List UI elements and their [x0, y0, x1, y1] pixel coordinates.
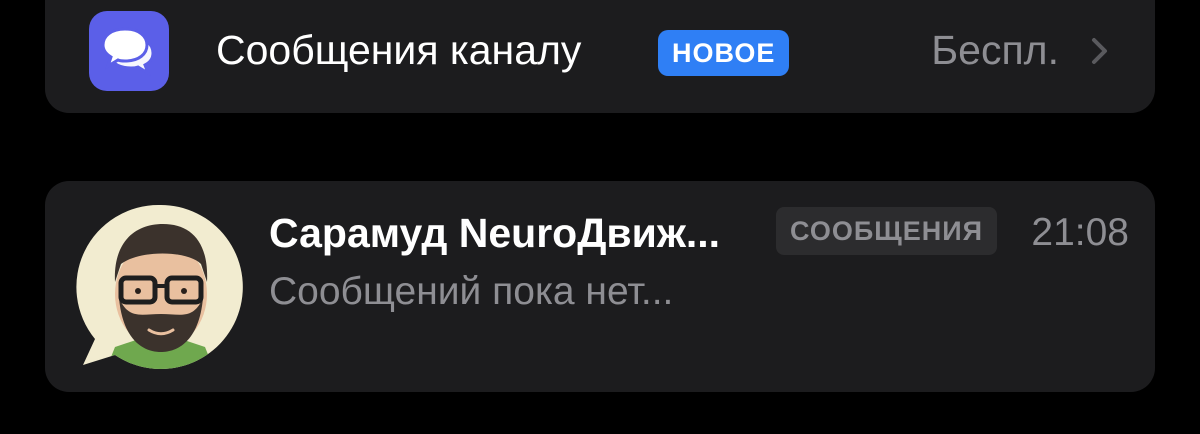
channel-messages-row[interactable]: Сообщения каналу НОВОЕ Беспл. [45, 0, 1155, 113]
chat-name: Сарамуд NeuroДвиж... [269, 210, 721, 256]
chat-time: 21:08 [1031, 211, 1129, 254]
chevron-right-icon [1092, 38, 1107, 64]
row-value: Беспл. [931, 27, 1059, 73]
messages-badge: СООБЩЕНИЯ [776, 207, 998, 255]
chat-preview: Сообщений пока нет... [269, 270, 674, 313]
row-title: Сообщения каналу [216, 27, 582, 73]
speech-bubbles-icon [89, 11, 169, 91]
chat-row[interactable]: Сарамуд NeuroДвиж... СООБЩЕНИЯ 21:08 Соо… [45, 181, 1155, 392]
avatar [76, 204, 243, 369]
new-badge: НОВОЕ [658, 30, 790, 76]
